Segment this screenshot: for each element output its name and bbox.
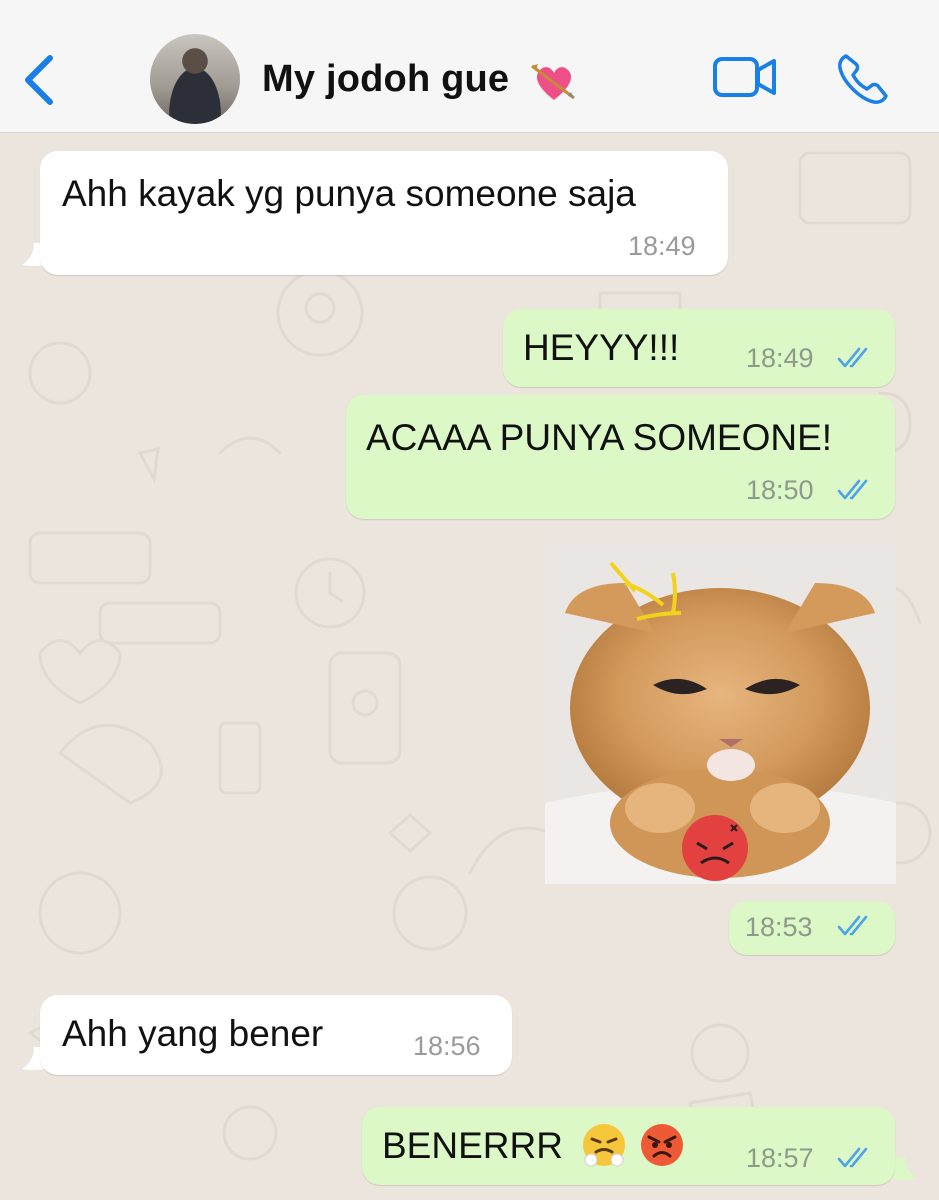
message-text: Ahh yang bener <box>62 1013 324 1054</box>
message-time: 18:56 <box>413 1031 481 1061</box>
read-receipt-icon <box>837 915 868 936</box>
heart-with-arrow-icon <box>531 64 575 100</box>
message-outgoing[interactable]: ACAAA PUNYA SOMEONE! 18:50 <box>346 395 895 519</box>
phone-call-icon[interactable] <box>836 52 890 106</box>
read-receipt-icon <box>837 1147 868 1168</box>
message-time: 18:49 <box>628 231 696 261</box>
read-receipt-icon <box>837 347 868 368</box>
message-time: 18:57 <box>746 1143 814 1173</box>
message-incoming[interactable]: Ahh yang bener 18:56 <box>40 995 512 1075</box>
bubble-tail <box>893 1157 917 1180</box>
message-text: HEYYY!!! <box>523 327 680 368</box>
message-text: BENERRR <box>382 1125 563 1166</box>
message-time: 18:50 <box>746 475 814 505</box>
angry-face-icon <box>641 1124 683 1166</box>
contact-avatar[interactable] <box>150 34 240 124</box>
contact-name[interactable]: My jodoh gue <box>262 58 509 101</box>
chat-area[interactable]: Ahh kayak yg punya someone saja 18:49 HE… <box>0 133 939 1200</box>
steam-from-nose-face-icon <box>583 1124 625 1167</box>
message-incoming[interactable]: Ahh kayak yg punya someone saja 18:49 <box>40 151 728 275</box>
message-outgoing-image-meta[interactable]: 18:53 <box>729 901 895 955</box>
angry-kitten-photo[interactable] <box>545 543 896 884</box>
message-time: 18:53 <box>745 912 813 942</box>
back-chevron-icon[interactable] <box>18 50 58 110</box>
message-time: 18:49 <box>746 343 814 373</box>
message-text: Ahh kayak yg punya someone saja <box>62 173 636 214</box>
message-outgoing[interactable]: HEYYY!!! 18:49 <box>503 309 895 387</box>
read-receipt-icon <box>837 479 868 500</box>
video-call-icon[interactable] <box>712 54 778 100</box>
message-text: ACAAA PUNYA SOMEONE! <box>366 417 833 458</box>
message-outgoing[interactable]: BENERRR 18:57 <box>362 1107 895 1185</box>
chat-header: My jodoh gue <box>0 0 939 133</box>
